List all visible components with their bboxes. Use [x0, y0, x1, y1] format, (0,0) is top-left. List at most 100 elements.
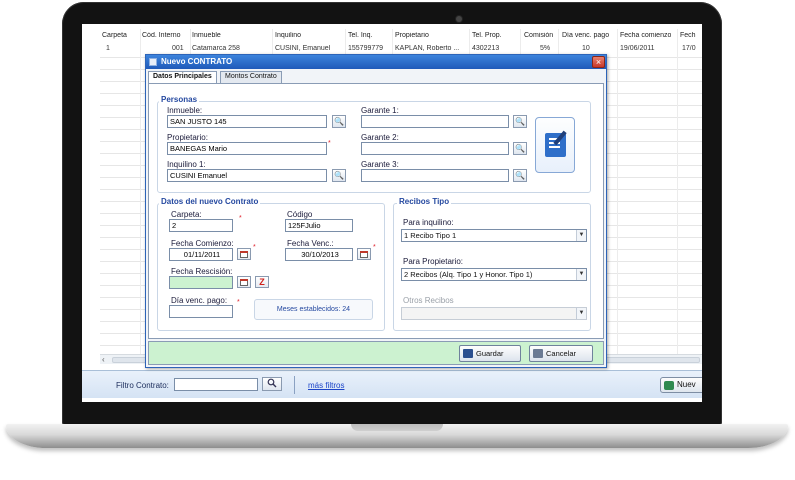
- otros-recibos-label: Otros Recibos: [403, 296, 454, 305]
- dia-venc-label: Día venc. pago:: [171, 296, 228, 305]
- clear-date-button[interactable]: Z: [255, 276, 269, 288]
- grid-divider: [140, 29, 141, 359]
- dialog-title: Nuevo CONTRATO: [161, 57, 233, 66]
- close-button[interactable]: ×: [592, 56, 605, 68]
- col-carpeta[interactable]: Carpeta: [102, 32, 127, 39]
- contrato-title: Datos del nuevo Contrato: [159, 197, 261, 206]
- col-fecha-more[interactable]: Fech: [680, 32, 696, 39]
- cancel-icon: [533, 349, 543, 358]
- garante3-label: Garante 3:: [361, 160, 399, 169]
- fecha-venc-field[interactable]: 30/10/2013: [285, 248, 353, 261]
- cancelar-button[interactable]: Cancelar: [529, 345, 593, 362]
- cell: KAPLAN, Roberto ...: [395, 45, 460, 52]
- garante1-lookup-button[interactable]: 🔍: [513, 115, 527, 128]
- scroll-left-icon[interactable]: ‹: [102, 355, 105, 364]
- new-icon: [664, 381, 674, 390]
- carpeta-label: Carpeta:: [171, 210, 202, 219]
- chevron-down-icon[interactable]: ▼: [576, 269, 586, 280]
- personas-title: Personas: [159, 95, 200, 104]
- more-filters-link[interactable]: más filtros: [308, 381, 344, 390]
- tab-montos-contrato[interactable]: Montos Contrato: [220, 71, 282, 83]
- required-mark: *: [373, 244, 376, 251]
- carpeta-field[interactable]: 2: [169, 219, 233, 232]
- garante1-field[interactable]: [361, 115, 509, 128]
- col-dia-venc[interactable]: Día venc. pago: [562, 32, 609, 39]
- divider: [294, 376, 295, 394]
- search-icon: 🔍: [515, 144, 525, 153]
- otros-recibos-select[interactable]: ▼: [401, 307, 587, 320]
- recibo-inquilino-select[interactable]: 1 Recibo Tipo 1 ▼: [401, 229, 587, 242]
- guardar-button[interactable]: Guardar: [459, 345, 521, 362]
- filter-search-button[interactable]: [262, 377, 282, 391]
- cell: 10: [582, 45, 590, 52]
- cell: 001: [172, 45, 184, 52]
- cell: 19/06/2011: [620, 45, 655, 52]
- col-fecha-comienzo[interactable]: Fecha comienzo: [620, 32, 671, 39]
- dialog-titlebar[interactable]: Nuevo CONTRATO ×: [146, 55, 606, 69]
- cell: 17/0: [682, 45, 696, 52]
- cancelar-label: Cancelar: [546, 349, 577, 358]
- fecha-rescision-field[interactable]: [169, 276, 233, 289]
- search-icon: 🔍: [515, 171, 525, 180]
- garante2-label: Garante 2:: [361, 133, 399, 142]
- garante2-lookup-button[interactable]: 🔍: [513, 142, 527, 155]
- cell: 1: [106, 45, 110, 52]
- garante3-lookup-button[interactable]: 🔍: [513, 169, 527, 182]
- recibo-inquilino-label: Para inquilino:: [403, 218, 454, 227]
- grid-divider: [677, 29, 678, 359]
- recibo-propietario-select[interactable]: 2 Recibos (Alq. Tipo 1 y Honor. Tipo 1) …: [401, 268, 587, 281]
- col-comision[interactable]: Comisión: [524, 32, 553, 39]
- fecha-comienzo-label: Fecha Comienzo:: [171, 239, 234, 248]
- propietario-field[interactable]: BANEGAS Mario: [167, 142, 327, 155]
- filter-label: Filtro Contrato:: [116, 381, 169, 390]
- recibo-propietario-value: 2 Recibos (Alq. Tipo 1 y Honor. Tipo 1): [404, 270, 533, 279]
- laptop-notch: [351, 424, 443, 431]
- grid-divider: [617, 29, 618, 359]
- inmueble-lookup-button[interactable]: 🔍: [332, 115, 346, 128]
- window-icon: [149, 58, 157, 66]
- new-contract-button[interactable]: Nuev: [660, 377, 702, 393]
- fecha-rescision-calendar-button[interactable]: [237, 276, 251, 288]
- chevron-down-icon[interactable]: ▼: [576, 230, 586, 241]
- search-icon: 🔍: [515, 117, 525, 126]
- fecha-comienzo-field[interactable]: 01/11/2011: [169, 248, 233, 261]
- filter-input[interactable]: [174, 378, 258, 391]
- fecha-venc-calendar-button[interactable]: [357, 248, 371, 260]
- recibos-title: Recibos Tipo: [397, 197, 452, 206]
- cell: 5%: [540, 45, 551, 52]
- recibo-inquilino-value: 1 Recibo Tipo 1: [404, 231, 457, 240]
- col-tel-inq[interactable]: Tel. Inq.: [348, 32, 373, 39]
- fecha-comienzo-calendar-button[interactable]: [237, 248, 251, 260]
- col-inmueble[interactable]: Inmueble: [192, 32, 221, 39]
- col-tel-prop[interactable]: Tel. Prop.: [472, 32, 502, 39]
- new-contract-dialog: Nuevo CONTRATO × Datos Principales Monto…: [145, 54, 607, 368]
- required-mark: *: [328, 140, 331, 147]
- codigo-field[interactable]: 125FJulio: [285, 219, 353, 232]
- col-propietario[interactable]: Propietario: [395, 32, 429, 39]
- dia-venc-field[interactable]: [169, 305, 233, 318]
- calendar-icon-body: [360, 253, 368, 258]
- col-cod-interno[interactable]: Cód. Interno: [142, 32, 181, 39]
- cell: 155799779: [348, 45, 384, 52]
- fecha-venc-label: Fecha Venc.:: [287, 239, 334, 248]
- required-mark: *: [237, 299, 240, 306]
- calendar-icon-body: [240, 281, 248, 286]
- col-inquilino[interactable]: Inquilino: [275, 32, 301, 39]
- inquilino-field[interactable]: CUSINI Emanuel: [167, 169, 327, 182]
- meses-establecidos: Meses establecidos: 24: [254, 299, 373, 320]
- inquilino-lookup-button[interactable]: 🔍: [332, 169, 346, 182]
- contract-edit-button[interactable]: [535, 117, 575, 173]
- cell: Catamarca 258: [192, 45, 240, 52]
- laptop-base: [6, 424, 788, 448]
- chevron-down-icon[interactable]: ▼: [576, 308, 586, 319]
- garante2-field[interactable]: [361, 142, 509, 155]
- garante3-field[interactable]: [361, 169, 509, 182]
- search-icon: 🔍: [334, 171, 344, 180]
- filter-bar: Filtro Contrato: más filtros Nuev: [82, 370, 702, 398]
- camera-icon: [456, 16, 462, 22]
- cell: 4302213: [472, 45, 500, 52]
- inmueble-field[interactable]: SAN JUSTO 145: [167, 115, 327, 128]
- required-mark: *: [253, 244, 256, 251]
- inmueble-label: Inmueble:: [167, 106, 203, 115]
- inquilino-label: Inquilino 1:: [167, 160, 206, 169]
